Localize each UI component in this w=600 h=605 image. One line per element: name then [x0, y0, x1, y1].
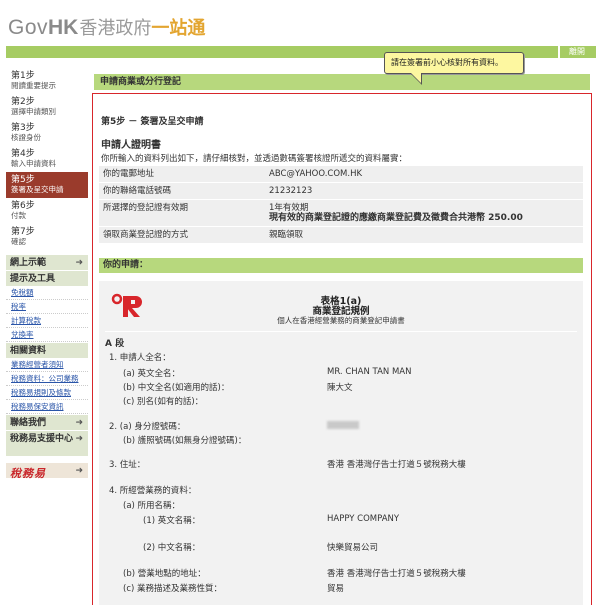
menu-link-exchange[interactable]: 兌換率	[6, 328, 88, 342]
verify-tooltip: 請在簽署前小心核對所有資料。	[384, 52, 524, 74]
logo-cn-onestop: 一站通	[151, 18, 206, 39]
logo-gov: Gov	[8, 16, 49, 39]
q4a2-value: 快樂貿易公司	[327, 543, 379, 553]
menu-link-operators[interactable]: 業務經營者須知	[6, 358, 88, 372]
menu-link-terms[interactable]: 稅務易規則及條款	[6, 386, 88, 400]
etax-logo[interactable]: 稅務易 ➜	[6, 462, 88, 480]
part-a-heading: A 段	[105, 331, 577, 349]
step-heading: 第5步 － 簽署及呈交申請	[101, 117, 204, 127]
sidebar: 第1步 閱讀重要提示 第2步 選擇申請類別 第3步 核證身份 第4步 輸入申請資料 第5…	[6, 68, 88, 480]
govhk-logo[interactable]: Gov HK 香港政府 一站通	[8, 14, 205, 40]
info-row-collection: 領取商業登記證的方式 親臨領取	[99, 226, 583, 243]
step-3: 第3步 核證身份	[11, 123, 41, 142]
q4a1-label: (1) 英文名稱：	[143, 516, 201, 526]
section-description: 你所輸入的資料列出如下，請仔細核對，並透過數碼簽署核證所遞交的資料屬實：	[101, 154, 408, 164]
chevron-right-icon: ➜	[75, 434, 83, 444]
applicant-info-table: 你的電郵地址 ABC@YAHOO.COM.HK 你的聯絡電話號碼 21232123 …	[99, 165, 583, 243]
q3-label: 3. 住址：	[109, 460, 146, 470]
chevron-right-icon: ➜	[75, 258, 83, 268]
page-title: 申請商業或分行登記	[94, 74, 590, 90]
q1a-label: (a) 英文全名：	[123, 369, 181, 379]
q4a-label: (a) 所用名稱：	[123, 501, 181, 511]
q4a2-label: (2) 中文名稱：	[143, 543, 201, 553]
q1b-label: (b) 中文全名(如適用的話)：	[123, 383, 230, 393]
menu-support-centre[interactable]: 稅務易支援中心 ➜	[6, 430, 88, 456]
step-6: 第6步 付款	[11, 201, 35, 220]
step-4: 第4步 輸入申請資料	[11, 149, 56, 168]
chevron-right-icon: ➜	[75, 418, 83, 428]
menu-hints-tools[interactable]: 提示及工具	[6, 270, 88, 286]
exit-button[interactable]: 離開	[558, 46, 594, 58]
q4b-value: 香港 香港灣仔告士打道５號稅務大樓	[327, 569, 466, 579]
info-row-email: 你的電郵地址 ABC@YAHOO.COM.HK	[99, 165, 583, 182]
info-row-validity: 所選擇的登記證有效期 1年有效期 現有效的商業登記證的應繳商業登記費及徵費合共港幣 …	[99, 199, 583, 226]
step-7: 第7步 確認	[11, 227, 35, 246]
q2a-label: 2. (a) 身分證號碼：	[109, 422, 186, 432]
chevron-right-icon: ➜	[75, 466, 83, 476]
step-1: 第1步 閱讀重要提示	[11, 71, 56, 90]
menu-link-security[interactable]: 稅務易保安資訊	[6, 400, 88, 414]
your-application-heading: 你的申請：	[99, 258, 583, 273]
menu-link-company-tax[interactable]: 稅務資料：公司業務	[6, 372, 88, 386]
step-2: 第2步 選擇申請類別	[11, 97, 56, 116]
step-5-active: 第5步 簽署及呈交申請	[6, 172, 88, 198]
menu-related[interactable]: 相關資料	[6, 342, 88, 358]
section-title: 申請人證明書	[101, 140, 161, 151]
menu-online-demo[interactable]: 網上示範 ➜	[6, 254, 88, 270]
q4a1-value: HAPPY COMPANY	[327, 514, 400, 524]
menu-contact[interactable]: 聯絡我們 ➜	[6, 414, 88, 430]
menu-link-calc-tax[interactable]: 計算稅款	[6, 314, 88, 328]
tooltip-arrow-fill	[411, 73, 421, 83]
info-row-phone: 你的聯絡電話號碼 21232123	[99, 182, 583, 199]
logo-cn-gov: 香港政府	[79, 18, 152, 39]
redacted-id-number	[327, 421, 359, 429]
q4-label: 4. 所經營業務的資料：	[109, 486, 197, 496]
q4c-label: (c) 業務描述及業務性質：	[123, 584, 223, 594]
logo-hk: HK	[48, 16, 79, 39]
review-panel: 第5步 － 簽署及呈交申請 申請人證明書 你所輸入的資料列出如下，請仔細核對，並…	[92, 93, 592, 605]
q1b-value: 陳大文	[327, 383, 353, 393]
application-form: 表格1(a) 商業登記規例 個人在香港經營業務的商業登記申請書 A 段 1. 申…	[99, 281, 583, 605]
menu-link-allowances[interactable]: 免稅額	[6, 286, 88, 300]
q3-value: 香港 香港灣仔告士打道５號稅務大樓	[327, 460, 466, 470]
sidebar-menu: 網上示範 ➜ 提示及工具 免稅額 稅率 計算稅款 兌換率 相關資料 業務經營者須知…	[6, 254, 88, 480]
q1a-value: MR. CHAN TAN MAN	[327, 367, 412, 377]
q1-label: 1. 申請人全名：	[109, 353, 171, 363]
q2b-label: (b) 護照號碼(如無身分證號碼)：	[123, 436, 247, 446]
menu-link-tax-rates[interactable]: 稅率	[6, 300, 88, 314]
q1c-label: (c) 別名(如有的話)：	[123, 397, 204, 407]
form-subtitle: 個人在香港經營業務的商業登記申請書	[277, 316, 405, 325]
q4c-value: 貿易	[327, 584, 345, 594]
q4b-label: (b) 營業地點的地址：	[123, 569, 206, 579]
